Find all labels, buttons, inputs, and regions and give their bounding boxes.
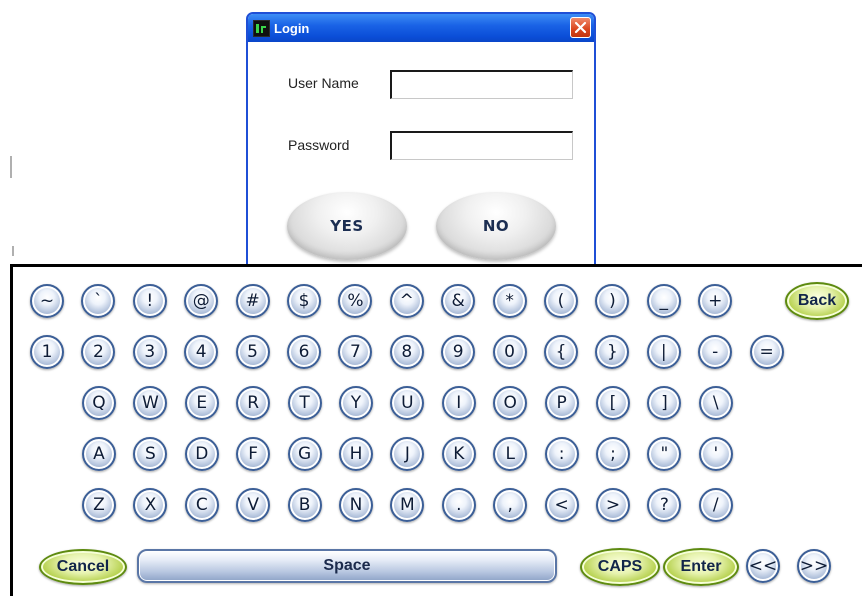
key-3[interactable]: 3 — [132, 335, 167, 369]
window-title: Login — [274, 20, 310, 36]
key-symbol[interactable]: = — [749, 335, 784, 369]
key-symbol[interactable]: : — [544, 437, 579, 471]
scroll-left-key[interactable]: << — [746, 549, 780, 583]
key-symbol[interactable]: ( — [544, 284, 578, 318]
key-5[interactable]: 5 — [235, 335, 270, 369]
key-9[interactable]: 9 — [441, 335, 476, 369]
login-window: Login User Name Password YES NO — [246, 12, 596, 274]
key-v[interactable]: V — [236, 488, 271, 522]
key-o[interactable]: O — [493, 386, 528, 420]
key-symbol[interactable]: . — [441, 488, 476, 522]
on-screen-keyboard: Cancel Space CAPS Enter << >> ~ `! @ # $% ^ & *… — [10, 264, 862, 596]
key-m[interactable]: M — [390, 488, 425, 522]
password-input[interactable] — [390, 131, 573, 160]
key-t[interactable]: T — [287, 386, 322, 420]
key-symbol[interactable]: * — [492, 284, 527, 318]
key-b[interactable]: B — [287, 488, 322, 522]
key-d[interactable]: D — [184, 437, 219, 471]
key-symbol[interactable]: [ — [596, 386, 630, 420]
key-symbol[interactable]: # — [235, 284, 270, 318]
key-symbol[interactable]: ; — [596, 437, 630, 471]
key-symbol[interactable]: " — [647, 437, 682, 471]
key-c[interactable]: C — [184, 488, 219, 522]
no-button[interactable]: NO — [436, 192, 556, 260]
close-button[interactable] — [570, 17, 591, 38]
key-y[interactable]: Y — [339, 386, 373, 420]
key-symbol[interactable]: \ — [698, 386, 733, 420]
key-symbol[interactable]: % — [338, 284, 373, 318]
key-g[interactable]: G — [287, 437, 322, 471]
key-symbol[interactable]: ! — [132, 284, 167, 318]
key-0[interactable]: 0 — [492, 335, 527, 369]
key-f[interactable]: F — [236, 437, 271, 471]
key-e[interactable]: E — [184, 386, 219, 420]
key-symbol[interactable]: , — [493, 488, 528, 522]
key-z[interactable]: Z — [82, 488, 116, 522]
key-symbol[interactable]: - — [698, 335, 733, 369]
key-symbol[interactable]: & — [441, 284, 476, 318]
key-j[interactable]: J — [390, 437, 425, 471]
key-k[interactable]: K — [441, 437, 476, 471]
key-symbol[interactable]: ~ — [30, 284, 64, 318]
user-name-label: User Name — [288, 75, 359, 91]
key-symbol[interactable]: @ — [184, 284, 219, 318]
cancel-key[interactable]: Cancel — [39, 549, 127, 585]
key-w[interactable]: W — [133, 386, 168, 420]
key-2[interactable]: 2 — [81, 335, 116, 369]
user-name-input[interactable] — [390, 70, 573, 99]
caps-key[interactable]: CAPS — [580, 548, 660, 586]
key-h[interactable]: H — [339, 437, 373, 471]
key-symbol[interactable]: ) — [595, 284, 630, 318]
enter-key[interactable]: Enter — [663, 548, 739, 586]
app-icon — [253, 19, 270, 37]
key-i[interactable]: I — [441, 386, 476, 420]
key-symbol[interactable]: _ — [646, 284, 681, 318]
key-x[interactable]: X — [133, 488, 168, 522]
key-symbol[interactable]: ` — [81, 284, 116, 318]
password-label: Password — [288, 137, 350, 153]
space-key[interactable]: Space — [137, 549, 557, 583]
key-symbol[interactable]: ] — [647, 386, 682, 420]
key-symbol[interactable]: } — [595, 335, 630, 369]
key-u[interactable]: U — [390, 386, 425, 420]
key-6[interactable]: 6 — [287, 335, 321, 369]
key-symbol[interactable]: < — [544, 488, 579, 522]
key-l[interactable]: L — [493, 437, 528, 471]
key-p[interactable]: P — [544, 386, 579, 420]
key-4[interactable]: 4 — [184, 335, 219, 369]
key-symbol[interactable]: ' — [698, 437, 733, 471]
key-s[interactable]: S — [133, 437, 168, 471]
key-symbol[interactable]: / — [698, 488, 733, 522]
key-symbol[interactable]: { — [544, 335, 578, 369]
key-q[interactable]: Q — [82, 386, 116, 420]
key-symbol[interactable]: ? — [647, 488, 682, 522]
key-7[interactable]: 7 — [338, 335, 373, 369]
key-symbol[interactable]: ^ — [389, 284, 424, 318]
key-n[interactable]: N — [339, 488, 373, 522]
edge-mark — [12, 246, 14, 256]
key-a[interactable]: A — [82, 437, 116, 471]
scroll-right-key[interactable]: >> — [797, 549, 831, 583]
key-8[interactable]: 8 — [389, 335, 424, 369]
backspace-key[interactable]: Back — [785, 282, 849, 320]
key-symbol[interactable]: $ — [287, 284, 321, 318]
key-symbol[interactable]: | — [646, 335, 681, 369]
title-bar[interactable]: Login — [248, 14, 594, 42]
close-icon — [574, 21, 587, 34]
key-symbol[interactable]: > — [596, 488, 630, 522]
yes-button[interactable]: YES — [287, 192, 407, 260]
key-symbol[interactable]: + — [698, 284, 733, 318]
key-1[interactable]: 1 — [30, 335, 64, 369]
key-r[interactable]: R — [236, 386, 271, 420]
edge-mark — [10, 156, 12, 178]
